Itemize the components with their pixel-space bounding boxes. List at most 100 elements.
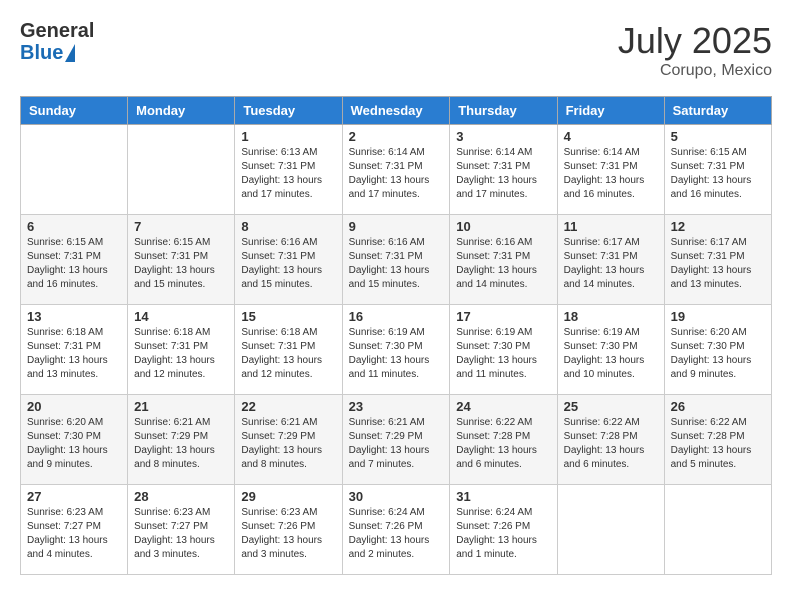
- day-number: 23: [349, 399, 444, 414]
- day-number: 20: [27, 399, 121, 414]
- day-number: 2: [349, 129, 444, 144]
- month-year-title: July 2025: [618, 20, 772, 62]
- calendar-cell: 19Sunrise: 6:20 AM Sunset: 7:30 PM Dayli…: [664, 305, 771, 395]
- calendar-cell: 14 Sunrise: 6:18 AM Sunset: 7:31 PM Dayli…: [128, 305, 235, 395]
- calendar-cell: 23Sunrise: 6:21 AM Sunset: 7:29 PM Dayli…: [342, 395, 450, 485]
- calendar-cell: 21 Sunrise: 6:21 AM Sunset: 7:29 PM Dayli…: [128, 395, 235, 485]
- day-number: 12: [671, 219, 765, 234]
- day-number: 8: [241, 219, 335, 234]
- calendar-cell: 3 Sunrise: 6:14 AM Sunset: 7:31 PM Daylig…: [450, 125, 557, 215]
- day-number: 24: [456, 399, 550, 414]
- header-saturday: Saturday: [664, 97, 771, 125]
- day-number: 1: [241, 129, 335, 144]
- day-info: Sunrise: 6:23 AM Sunset: 7:27 PM Dayligh…: [27, 506, 121, 562]
- calendar-cell: 24 Sunrise: 6:22 AM Sunset: 7:28 PM Dayli…: [450, 395, 557, 485]
- logo: General Blue: [20, 20, 94, 64]
- day-info: Sunrise: 6:21 AM Sunset: 7:29 PM Dayligh…: [134, 416, 228, 472]
- day-info: Sunrise: 6:19 AM Sunset: 7:30 PM Dayligh…: [564, 326, 658, 382]
- day-number: 14: [134, 309, 228, 324]
- day-info: Sunrise: 6:21 AM Sunset: 7:29 PM Dayligh…: [241, 416, 335, 472]
- day-number: 31: [456, 489, 550, 504]
- day-number: 30: [349, 489, 444, 504]
- day-info: Sunrise: 6:18 AM Sunset: 7:31 PM Dayligh…: [27, 326, 121, 382]
- day-info: Sunrise: 6:18 AM Sunset: 7:31 PM Dayligh…: [134, 326, 228, 382]
- day-info: Sunrise: 6:17 AM Sunset: 7:31 PM Dayligh…: [564, 236, 658, 292]
- day-info: Sunrise: 6:15 AM Sunset: 7:31 PM Dayligh…: [27, 236, 121, 292]
- calendar-cell: 4 Sunrise: 6:14 AM Sunset: 7:31 PM Daylig…: [557, 125, 664, 215]
- calendar-cell: 12 Sunrise: 6:17 AM Sunset: 7:31 PM Dayli…: [664, 215, 771, 305]
- calendar-cell: 10 Sunrise: 6:16 AM Sunset: 7:31 PM Dayli…: [450, 215, 557, 305]
- day-number: 29: [241, 489, 335, 504]
- calendar-week-row: 27 Sunrise: 6:23 AM Sunset: 7:27 PM Dayli…: [21, 485, 772, 575]
- day-info: Sunrise: 6:14 AM Sunset: 7:31 PM Dayligh…: [349, 146, 444, 202]
- day-number: 5: [671, 129, 765, 144]
- day-info: Sunrise: 6:20 AM Sunset: 7:30 PM Dayligh…: [27, 416, 121, 472]
- header-sunday: Sunday: [21, 97, 128, 125]
- day-info: Sunrise: 6:17 AM Sunset: 7:31 PM Dayligh…: [671, 236, 765, 292]
- day-info: Sunrise: 6:15 AM Sunset: 7:31 PM Dayligh…: [134, 236, 228, 292]
- header-thursday: Thursday: [450, 97, 557, 125]
- title-block: July 2025 Corupo, Mexico: [618, 20, 772, 80]
- calendar-cell: [128, 125, 235, 215]
- day-info: Sunrise: 6:16 AM Sunset: 7:31 PM Dayligh…: [456, 236, 550, 292]
- day-number: 13: [27, 309, 121, 324]
- day-number: 3: [456, 129, 550, 144]
- header-wednesday: Wednesday: [342, 97, 450, 125]
- day-info: Sunrise: 6:19 AM Sunset: 7:30 PM Dayligh…: [349, 326, 444, 382]
- day-number: 6: [27, 219, 121, 234]
- day-number: 25: [564, 399, 658, 414]
- calendar-cell: 11 Sunrise: 6:17 AM Sunset: 7:31 PM Dayli…: [557, 215, 664, 305]
- day-number: 15: [241, 309, 335, 324]
- page-header: General Blue July 2025 Corupo, Mexico: [20, 20, 772, 80]
- day-number: 11: [564, 219, 658, 234]
- calendar-week-row: 13 Sunrise: 6:18 AM Sunset: 7:31 PM Dayli…: [21, 305, 772, 395]
- calendar-week-row: 1Sunrise: 6:13 AM Sunset: 7:31 PM Daylig…: [21, 125, 772, 215]
- day-number: 28: [134, 489, 228, 504]
- calendar-cell: 22 Sunrise: 6:21 AM Sunset: 7:29 PM Dayli…: [235, 395, 342, 485]
- header-monday: Monday: [128, 97, 235, 125]
- calendar-cell: [664, 485, 771, 575]
- day-info: Sunrise: 6:22 AM Sunset: 7:28 PM Dayligh…: [671, 416, 765, 472]
- day-number: 18: [564, 309, 658, 324]
- header-friday: Friday: [557, 97, 664, 125]
- logo-general: General: [20, 20, 94, 42]
- day-number: 17: [456, 309, 550, 324]
- calendar-cell: 20 Sunrise: 6:20 AM Sunset: 7:30 PM Dayli…: [21, 395, 128, 485]
- day-number: 7: [134, 219, 228, 234]
- calendar-cell: 13 Sunrise: 6:18 AM Sunset: 7:31 PM Dayli…: [21, 305, 128, 395]
- calendar-cell: 9 Sunrise: 6:16 AM Sunset: 7:31 PM Daylig…: [342, 215, 450, 305]
- calendar-cell: 29 Sunrise: 6:23 AM Sunset: 7:26 PM Dayli…: [235, 485, 342, 575]
- day-info: Sunrise: 6:20 AM Sunset: 7:30 PM Dayligh…: [671, 326, 765, 382]
- calendar-table: Sunday Monday Tuesday Wednesday Thursday…: [20, 96, 772, 575]
- day-info: Sunrise: 6:23 AM Sunset: 7:27 PM Dayligh…: [134, 506, 228, 562]
- day-info: Sunrise: 6:14 AM Sunset: 7:31 PM Dayligh…: [564, 146, 658, 202]
- calendar-cell: 31 Sunrise: 6:24 AM Sunset: 7:26 PM Dayli…: [450, 485, 557, 575]
- logo-blue: Blue: [20, 42, 63, 64]
- day-number: 21: [134, 399, 228, 414]
- day-number: 26: [671, 399, 765, 414]
- day-info: Sunrise: 6:24 AM Sunset: 7:26 PM Dayligh…: [456, 506, 550, 562]
- calendar-cell: 5Sunrise: 6:15 AM Sunset: 7:31 PM Daylig…: [664, 125, 771, 215]
- day-info: Sunrise: 6:22 AM Sunset: 7:28 PM Dayligh…: [456, 416, 550, 472]
- day-info: Sunrise: 6:23 AM Sunset: 7:26 PM Dayligh…: [241, 506, 335, 562]
- day-number: 16: [349, 309, 444, 324]
- calendar-cell: 26 Sunrise: 6:22 AM Sunset: 7:28 PM Dayli…: [664, 395, 771, 485]
- calendar-cell: [557, 485, 664, 575]
- day-info: Sunrise: 6:16 AM Sunset: 7:31 PM Dayligh…: [349, 236, 444, 292]
- day-number: 27: [27, 489, 121, 504]
- day-info: Sunrise: 6:14 AM Sunset: 7:31 PM Dayligh…: [456, 146, 550, 202]
- day-number: 9: [349, 219, 444, 234]
- calendar-cell: 6 Sunrise: 6:15 AM Sunset: 7:31 PM Daylig…: [21, 215, 128, 305]
- day-number: 10: [456, 219, 550, 234]
- day-info: Sunrise: 6:24 AM Sunset: 7:26 PM Dayligh…: [349, 506, 444, 562]
- day-info: Sunrise: 6:19 AM Sunset: 7:30 PM Dayligh…: [456, 326, 550, 382]
- calendar-cell: 27 Sunrise: 6:23 AM Sunset: 7:27 PM Dayli…: [21, 485, 128, 575]
- day-info: Sunrise: 6:16 AM Sunset: 7:31 PM Dayligh…: [241, 236, 335, 292]
- calendar-cell: 28 Sunrise: 6:23 AM Sunset: 7:27 PM Dayli…: [128, 485, 235, 575]
- calendar-cell: [21, 125, 128, 215]
- day-number: 4: [564, 129, 658, 144]
- calendar-header-row: Sunday Monday Tuesday Wednesday Thursday…: [21, 97, 772, 125]
- calendar-cell: 30 Sunrise: 6:24 AM Sunset: 7:26 PM Dayli…: [342, 485, 450, 575]
- day-number: 22: [241, 399, 335, 414]
- calendar-cell: 17 Sunrise: 6:19 AM Sunset: 7:30 PM Dayli…: [450, 305, 557, 395]
